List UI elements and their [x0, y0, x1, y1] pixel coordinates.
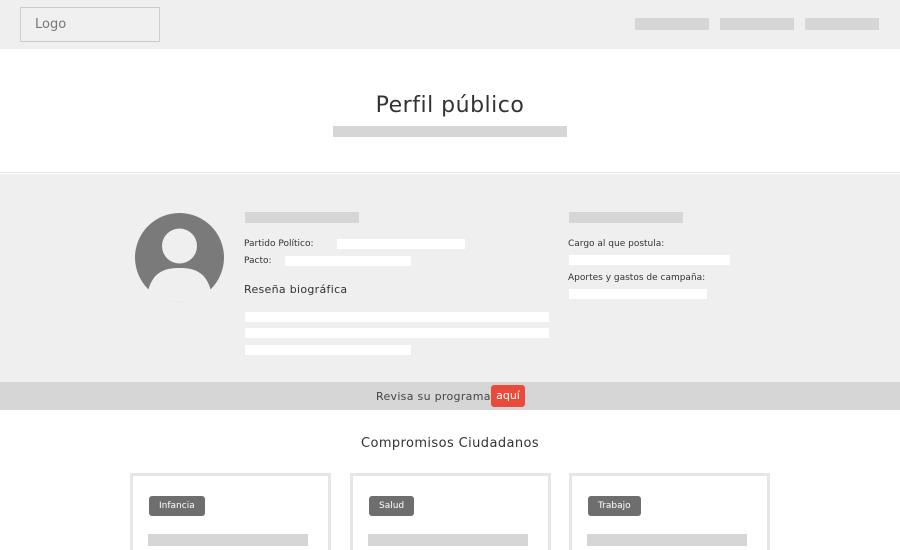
commitment-tag: Infancia [149, 496, 205, 516]
program-strip: Revisa su programa aquí [0, 382, 900, 410]
nav-item-3[interactable] [805, 18, 879, 30]
bio-line [245, 345, 411, 355]
nav-item-2[interactable] [720, 18, 794, 30]
commitments-heading: Compromisos Ciudadanos [361, 436, 539, 451]
program-text: Revisa su programa [376, 390, 491, 403]
commitment-tag: Salud [369, 496, 415, 516]
right-column-heading-bar [569, 212, 683, 223]
pact-value [285, 256, 411, 266]
nav-item-1[interactable] [635, 18, 709, 30]
page-title: Perfil público [375, 93, 525, 118]
commitment-title-bar [587, 534, 747, 546]
candidate-name-bar [245, 212, 359, 223]
party-value [337, 239, 465, 249]
program-link-button[interactable]: aquí [491, 385, 525, 407]
bio-heading: Reseña biográfica [244, 283, 348, 296]
top-header: Logo [0, 0, 900, 49]
commitment-tag: Trabajo [588, 496, 641, 516]
logo[interactable]: Logo [20, 7, 160, 42]
bio-line [245, 328, 549, 338]
commitment-card[interactable]: Salud [350, 473, 551, 550]
commitment-card[interactable]: Infancia [130, 473, 331, 550]
commitment-title-bar [368, 534, 528, 546]
commitment-title-bar [148, 534, 308, 546]
avatar-icon [135, 213, 224, 302]
profile-section: Partido Político: Pacto: Reseña biográfi… [0, 174, 900, 382]
bio-line [245, 312, 549, 322]
logo-label: Logo [35, 17, 67, 32]
funding-value [569, 289, 707, 299]
position-value [569, 255, 730, 265]
party-label: Partido Político: [244, 239, 314, 249]
position-label: Cargo al que postula: [568, 239, 665, 249]
candidate-name-placeholder [333, 126, 567, 137]
title-section: Perfil público [0, 49, 900, 173]
funding-label: Aportes y gastos de campaña: [568, 273, 706, 283]
commitment-card[interactable]: Trabajo [569, 473, 770, 550]
pact-label: Pacto: [244, 256, 272, 266]
